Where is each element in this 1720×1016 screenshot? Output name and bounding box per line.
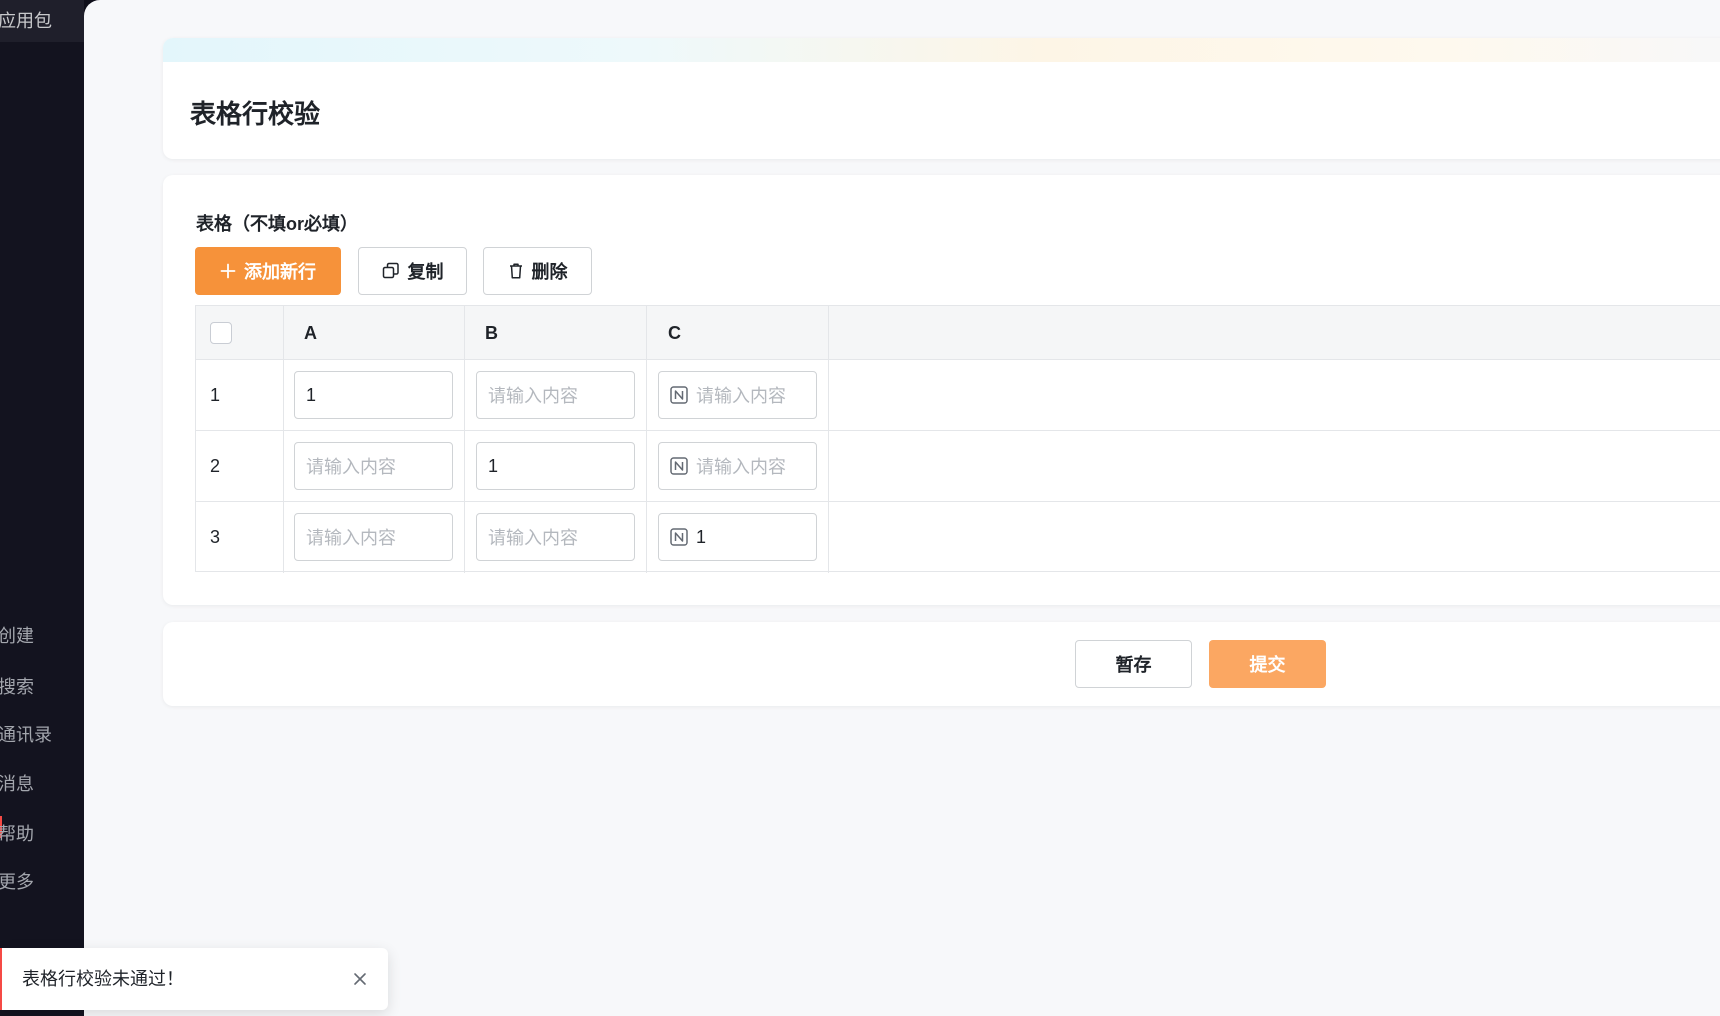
title-card: 表格行校验 xyxy=(163,38,1720,159)
number-field-icon xyxy=(670,457,688,475)
cell-input-c[interactable]: 请输入内容 xyxy=(658,371,817,419)
cell-input-c[interactable]: 请输入内容 xyxy=(658,442,817,490)
plus-icon xyxy=(220,263,236,279)
sidebar-item-label: 通讯录 xyxy=(0,725,52,745)
table-header xyxy=(196,306,1720,360)
number-field-icon xyxy=(670,386,688,404)
cell-input-b[interactable]: 请输入内容 xyxy=(476,371,635,419)
footer-card: 暂存 提交 xyxy=(163,622,1720,706)
form-card: 表格（不填or必填） 添加新行 复制 删除 A B C 1 1 请输入内容 请输… xyxy=(163,175,1720,605)
cell-input-b[interactable]: 1 xyxy=(476,442,635,490)
sidebar-item-more[interactable]: 更多 xyxy=(0,868,84,894)
error-toast: 表格行校验未通过！ xyxy=(0,948,388,1010)
sidebar-item-label: 创建 xyxy=(0,626,34,646)
row-index: 1 xyxy=(210,385,221,405)
toast-message: 表格行校验未通过！ xyxy=(22,969,184,989)
row-divider xyxy=(196,501,1720,502)
row-divider xyxy=(196,430,1720,431)
cell-input-a[interactable]: 请输入内容 xyxy=(294,513,453,561)
sidebar-item-label: 更多 xyxy=(0,872,34,892)
delete-label: 删除 xyxy=(531,262,568,282)
select-all-checkbox[interactable] xyxy=(210,322,232,344)
sidebar-item-create[interactable]: 创建 xyxy=(0,622,84,648)
cell-input-c[interactable]: 1 xyxy=(658,513,817,561)
cell-value: 1 xyxy=(696,526,707,547)
cell-placeholder: 请输入内容 xyxy=(306,457,396,477)
column-header-c: C xyxy=(668,323,681,343)
add-row-button[interactable]: 添加新行 xyxy=(195,247,341,295)
sidebar-item-contacts[interactable]: 通讯录 xyxy=(0,721,84,747)
sidebar-item-label: 帮助 xyxy=(0,824,34,844)
sidebar-item-app-package[interactable]: 应用包 xyxy=(0,0,84,42)
number-field-icon xyxy=(670,528,688,546)
sidebar-item-messages[interactable]: 消息 xyxy=(0,770,84,796)
sidebar-item-search[interactable]: 搜索 xyxy=(0,673,84,699)
table-field-label: 表格（不填or必填） xyxy=(196,214,358,234)
column-header-b: B xyxy=(485,323,498,343)
cell-input-a[interactable]: 1 xyxy=(294,371,453,419)
cell-placeholder: 请输入内容 xyxy=(488,528,578,548)
delete-button[interactable]: 删除 xyxy=(483,247,592,295)
submit-button[interactable]: 提交 xyxy=(1209,640,1326,688)
save-draft-button[interactable]: 暂存 xyxy=(1075,640,1192,688)
cell-value: 1 xyxy=(488,455,499,476)
sidebar-item-label: 搜索 xyxy=(0,677,34,697)
cell-placeholder: 请输入内容 xyxy=(306,528,396,548)
sidebar: 应用包 创建 搜索 通讯录 消息 帮助 更多 xyxy=(0,0,84,1016)
column-divider xyxy=(464,306,465,573)
copy-button[interactable]: 复制 xyxy=(358,247,467,295)
sidebar-item-label: 消息 xyxy=(0,774,34,794)
cell-input-a[interactable]: 请输入内容 xyxy=(294,442,453,490)
row-index: 3 xyxy=(210,527,221,547)
cell-placeholder: 请输入内容 xyxy=(696,386,786,406)
title-gradient-banner xyxy=(163,38,1720,62)
cell-input-b[interactable]: 请输入内容 xyxy=(476,513,635,561)
column-divider xyxy=(646,306,647,573)
row-index: 2 xyxy=(210,456,221,476)
copy-icon xyxy=(382,262,399,279)
main-content: 表格行校验 表格（不填or必填） 添加新行 复制 删除 A B C 1 1 请输… xyxy=(84,0,1720,1016)
copy-label: 复制 xyxy=(407,262,444,282)
cell-placeholder: 请输入内容 xyxy=(696,457,786,477)
close-icon[interactable] xyxy=(350,969,370,989)
cell-value: 1 xyxy=(306,384,317,405)
sidebar-item-label: 应用包 xyxy=(0,11,52,31)
cell-placeholder: 请输入内容 xyxy=(488,386,578,406)
add-row-label: 添加新行 xyxy=(244,262,316,282)
column-divider xyxy=(828,306,829,573)
column-divider xyxy=(283,306,284,573)
trash-icon xyxy=(509,263,522,279)
page-title: 表格行校验 xyxy=(190,99,321,129)
sidebar-item-help[interactable]: 帮助 xyxy=(0,820,84,846)
data-table: A B C 1 1 请输入内容 请输入内容 2 请输入内容 1 请输入内容 3 … xyxy=(195,305,1720,573)
column-header-a: A xyxy=(304,323,317,343)
